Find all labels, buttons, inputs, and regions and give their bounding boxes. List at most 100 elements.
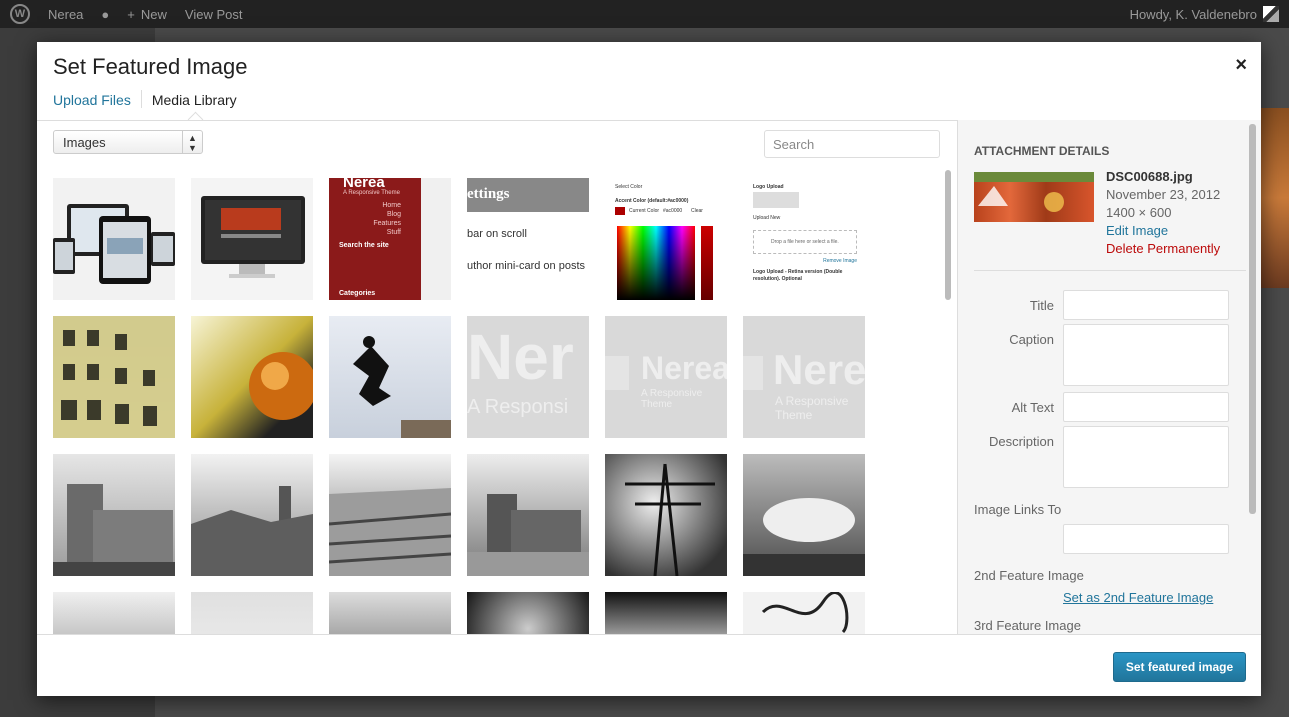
thumb-text: A Responsive Theme — [775, 394, 849, 422]
delete-permanently-link[interactable]: Delete Permanently — [1106, 240, 1220, 258]
attachment-thumb[interactable] — [605, 592, 727, 634]
new-content-link[interactable]: + New — [127, 7, 167, 22]
tab-upload-files[interactable]: Upload Files — [53, 90, 141, 108]
attachment-thumb[interactable] — [329, 592, 451, 634]
attachment-preview — [974, 172, 1094, 222]
attachment-thumb[interactable] — [329, 454, 451, 576]
attachment-thumb[interactable]: Nerea A Responsive Theme — [605, 316, 727, 438]
set-2nd-feature-image-link[interactable]: Set as 2nd Feature Image — [1063, 590, 1213, 605]
thumb-text: Remove Image — [823, 258, 857, 264]
filter-value: Images — [63, 135, 106, 150]
media-router: Upload Files Media Library — [53, 90, 247, 108]
thumb-text: Search the site — [339, 242, 389, 249]
modal-title: Set Featured Image — [53, 54, 248, 79]
attachment-thumb[interactable] — [191, 178, 313, 300]
title-label: Title — [1029, 298, 1054, 313]
attachment-dimensions: 1400 × 600 — [1106, 205, 1172, 220]
attachment-thumb[interactable]: Select Color Accent Color (default:#ac00… — [605, 178, 727, 300]
thumb-text: Categories — [339, 290, 376, 297]
attachment-thumb[interactable] — [605, 454, 727, 576]
caption-label: Caption — [1009, 332, 1054, 347]
attachment-thumb[interactable] — [467, 592, 589, 634]
set-featured-image-button[interactable]: Set featured image — [1113, 652, 1246, 682]
attachment-thumb[interactable]: Logo Upload Upload New Drop a file here … — [743, 178, 865, 300]
avatar — [1263, 6, 1279, 22]
skater-image — [353, 336, 451, 438]
attachment-thumb[interactable] — [191, 592, 313, 634]
attachment-thumb[interactable]: Nerea A Responsive Theme Home Blog Featu… — [329, 178, 451, 300]
attachment-thumb[interactable]: Ner A Responsi — [467, 316, 589, 438]
router-divider — [37, 120, 957, 121]
monastery-image — [467, 494, 589, 576]
footer-divider — [37, 634, 1261, 635]
thumb-text: Logo Upload — [753, 184, 784, 190]
edit-image-link[interactable]: Edit Image — [1106, 222, 1220, 240]
attachment-thumb[interactable] — [467, 454, 589, 576]
thumb-text: Stuff — [386, 229, 401, 236]
select-arrows-icon: ▲ ▼ — [182, 131, 202, 153]
attachment-thumb[interactable]: Nerea A Responsive Theme — [743, 316, 865, 438]
animal-image — [743, 498, 865, 576]
attachments-grid: Nerea A Responsive Theme Home Blog Featu… — [53, 178, 941, 634]
wire-image — [761, 592, 849, 634]
view-post-label: View Post — [184, 6, 243, 22]
user-menu[interactable]: Howdy, K. Valdenebro — [1130, 0, 1279, 28]
attachment-thumb[interactable] — [53, 592, 175, 634]
image-links-field[interactable] — [1063, 524, 1229, 554]
thumb-text: Nerea — [773, 346, 865, 393]
thumb-text: Features — [373, 220, 401, 227]
thumb-text: Upload New — [753, 215, 781, 221]
monitor-image — [201, 196, 305, 278]
thumb-text: #ac0000 — [663, 208, 683, 214]
attachment-date: November 23, 2012 — [1106, 187, 1221, 202]
devices-image — [53, 204, 175, 284]
thumb-text: A Responsi — [467, 396, 569, 418]
alt-text-label: Alt Text — [1011, 400, 1054, 415]
wordpress-logo-icon[interactable]: W — [10, 4, 30, 24]
attachment-thumb[interactable] — [191, 316, 313, 438]
details-divider — [974, 270, 1246, 271]
thumb-text: A Responsive Theme — [641, 388, 703, 410]
howdy-label: Howdy, K. Valdenebro — [1129, 6, 1257, 22]
attachment-thumb[interactable] — [743, 592, 865, 634]
view-post-link[interactable]: View Post — [185, 7, 243, 22]
feature2-label: 2nd Feature Image — [974, 568, 1084, 583]
attachment-filename: DSC00688.jpg — [1106, 169, 1193, 184]
feature3-label: 3rd Feature Image — [974, 618, 1081, 633]
graffiti-image — [974, 172, 1094, 212]
attachment-thumb[interactable]: ettings bar on scroll uthor mini-card on… — [467, 178, 589, 300]
grid-scrollbar[interactable] — [945, 170, 951, 300]
attachment-thumb[interactable] — [743, 454, 865, 576]
thumb-text: A Responsive Theme — [343, 190, 400, 196]
tab-media-library[interactable]: Media Library — [140, 90, 247, 108]
title-field[interactable] — [1063, 290, 1229, 320]
attachment-thumb[interactable] — [53, 316, 175, 438]
thumb-text: ettings — [467, 186, 510, 202]
attachment-thumb[interactable] — [53, 178, 175, 300]
media-modal: Set Featured Image × Upload Files Media … — [37, 42, 1261, 696]
description-label: Description — [988, 434, 1054, 449]
search-input[interactable] — [764, 130, 940, 158]
ruins-image — [191, 486, 313, 576]
attachment-thumb[interactable] — [191, 454, 313, 576]
plus-icon: + — [127, 6, 135, 22]
thumb-text: uthor mini-card on posts — [467, 260, 585, 272]
sidebar-scrollbar[interactable] — [1249, 124, 1256, 514]
attachment-info: DSC00688.jpg November 23, 2012 1400 × 60… — [1106, 168, 1220, 258]
new-label: New — [140, 6, 167, 22]
attachment-thumb[interactable] — [329, 316, 451, 438]
close-icon[interactable]: × — [1235, 54, 1247, 77]
alt-text-field[interactable] — [1063, 392, 1229, 422]
site-name-link[interactable]: Nerea — [48, 7, 83, 22]
thumb-text: Blog — [386, 211, 401, 218]
thumb-text: bar on scroll — [467, 228, 527, 240]
pylon-image — [625, 463, 715, 576]
attachment-thumb[interactable] — [53, 454, 175, 576]
comments-icon[interactable]: ● — [101, 7, 109, 22]
description-field[interactable] — [1063, 426, 1229, 488]
media-filter-select[interactable]: Images ▲ ▼ — [53, 130, 203, 154]
caption-field[interactable] — [1063, 324, 1229, 386]
light-image — [249, 352, 313, 420]
thumb-text: Current Color — [629, 208, 660, 214]
thumb-text: Clear — [691, 208, 703, 214]
